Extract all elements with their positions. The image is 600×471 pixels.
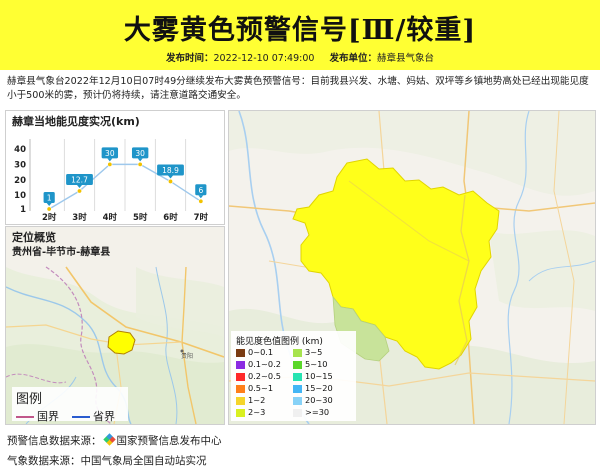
- data-point: [77, 188, 83, 194]
- warning-source: 预警信息数据来源： 国家预警信息发布中心: [7, 433, 222, 447]
- legend-swatch: [236, 408, 245, 417]
- data-point: [46, 206, 52, 212]
- visibility-color-legend: 能见度色值图例 (km) 0~0.1 3~5 0.1~0.2 5~10 0.2~0.5 1…: [231, 331, 356, 421]
- legend-item: 2~3: [236, 407, 265, 417]
- data-label: 6: [198, 186, 203, 195]
- legend-item: 10~15: [293, 371, 333, 381]
- y-tick-label: 40: [14, 145, 26, 155]
- legend-label: 0.2~0.5: [248, 371, 281, 381]
- data-label: 1: [47, 194, 52, 203]
- release-center-logo-icon: [102, 433, 116, 446]
- legend-item: 0.1~0.2: [236, 359, 281, 369]
- data-label: 18.9: [162, 166, 179, 175]
- legend-label: 0~0.1: [248, 347, 274, 357]
- data-label: 12.7: [71, 176, 88, 185]
- data-point: [107, 161, 113, 167]
- data-label: 30: [105, 149, 115, 158]
- warning-source-link[interactable]: 国家预警信息发布中心: [117, 435, 222, 447]
- warning-banner: 大雾黄色预警信号[Ⅲ/较重] 发布时间：2022-12-10 07:49:00 …: [0, 0, 600, 70]
- data-point: [168, 178, 174, 184]
- data-label-pointer: [46, 203, 52, 206]
- weather-source: 气象数据来源：中国气象局全国自动站实况: [7, 455, 207, 467]
- y-tick-label: 10: [14, 191, 26, 201]
- visibility-chart: 40 30 20 10 1 1 2时 12.7 3时 30 4时 30 5时 18.9 6时 6 7时: [14, 139, 209, 223]
- legend-label: 1~2: [248, 395, 266, 405]
- legend-label: 0.1~0.2: [248, 359, 281, 369]
- legend-label: 10~15: [305, 371, 333, 381]
- x-tick-label: 3时: [72, 212, 87, 223]
- location-subtitle: 贵州省-毕节市-赫章县: [12, 247, 111, 258]
- visibility-panel: 赫章当地能见度实况(km) 40 30 20 10 1 1 2时 12.7 3时 30 4时 30 5时…: [5, 110, 225, 225]
- legend-item: 15~20: [293, 383, 333, 393]
- x-tick-label: 4时: [103, 212, 118, 223]
- legend-label: 15~20: [305, 383, 333, 393]
- data-label-pointer: [137, 158, 143, 162]
- legend-provincial-border: 省界: [72, 408, 115, 424]
- legend-swatch: [293, 384, 302, 393]
- legend-item: 3~5: [293, 347, 322, 357]
- data-label-pointer: [77, 185, 82, 188]
- y-tick-label: 30: [14, 160, 26, 170]
- legend-label: 2~3: [248, 407, 266, 417]
- data-point: [137, 161, 143, 167]
- legend-item: 0~0.1: [236, 347, 273, 357]
- legend-label: 0.5~1: [248, 383, 274, 393]
- location-panel: 贵阳 定位概览 贵州省-毕节市-赫章县 图例 国界 省界: [5, 226, 225, 425]
- x-tick-label: 5时: [133, 212, 148, 223]
- legend-swatch: [236, 396, 245, 405]
- warning-title: 大雾黄色预警信号[Ⅲ/较重]: [123, 15, 477, 46]
- legend-swatch: [293, 408, 302, 417]
- publisher: 发布单位：赫章县气象台: [329, 53, 434, 64]
- legend-swatch: [293, 360, 302, 369]
- legend-label: 3~5: [305, 347, 323, 357]
- legend-swatch: [293, 348, 302, 357]
- data-label-pointer: [198, 195, 204, 199]
- legend-label: >=30: [305, 407, 330, 417]
- legend-national-border: 国界: [16, 408, 59, 424]
- x-tick-label: 6时: [163, 212, 178, 223]
- legend-swatch: [236, 360, 245, 369]
- data-point: [198, 198, 204, 204]
- city-label: 贵阳: [181, 352, 193, 360]
- y-tick-label: 1: [20, 205, 26, 215]
- legend-swatch: [236, 372, 245, 381]
- county-highlight: [107, 330, 136, 355]
- data-label-pointer: [107, 158, 113, 162]
- data-label: 30: [135, 149, 145, 158]
- publish-time: 发布时间：2022-12-10 07:49:00: [166, 53, 315, 64]
- y-tick-label: 20: [14, 176, 26, 186]
- legend-label: 20~30: [305, 395, 333, 405]
- legend-item: 0.2~0.5: [236, 371, 281, 381]
- legend-swatch: [236, 384, 245, 393]
- data-label-pointer: [168, 175, 173, 179]
- legend-item: 5~10: [293, 359, 328, 369]
- map-legend-title: 图例: [16, 392, 43, 407]
- legend-label: 5~10: [305, 359, 328, 369]
- warning-description: 赫章县气象台2022年12月10日07时49分继续发布大雾黄色预警信号：目前我县…: [7, 76, 589, 101]
- x-tick-label: 2时: [42, 212, 57, 223]
- visibility-legend-title: 能见度色值图例 (km): [236, 337, 323, 347]
- map-legend: 图例 国界 省界: [12, 387, 128, 424]
- legend-item: >=30: [293, 407, 329, 417]
- legend-item: 1~2: [236, 395, 265, 405]
- x-tick-label: 7时: [194, 212, 209, 223]
- legend-item: 0.5~1: [236, 383, 273, 393]
- legend-swatch: [293, 372, 302, 381]
- legend-swatch: [236, 348, 245, 357]
- legend-item: 20~30: [293, 395, 333, 405]
- legend-swatch: [293, 396, 302, 405]
- banner-meta: 发布时间：2022-12-10 07:49:00 发布单位：赫章县气象台: [0, 50, 600, 64]
